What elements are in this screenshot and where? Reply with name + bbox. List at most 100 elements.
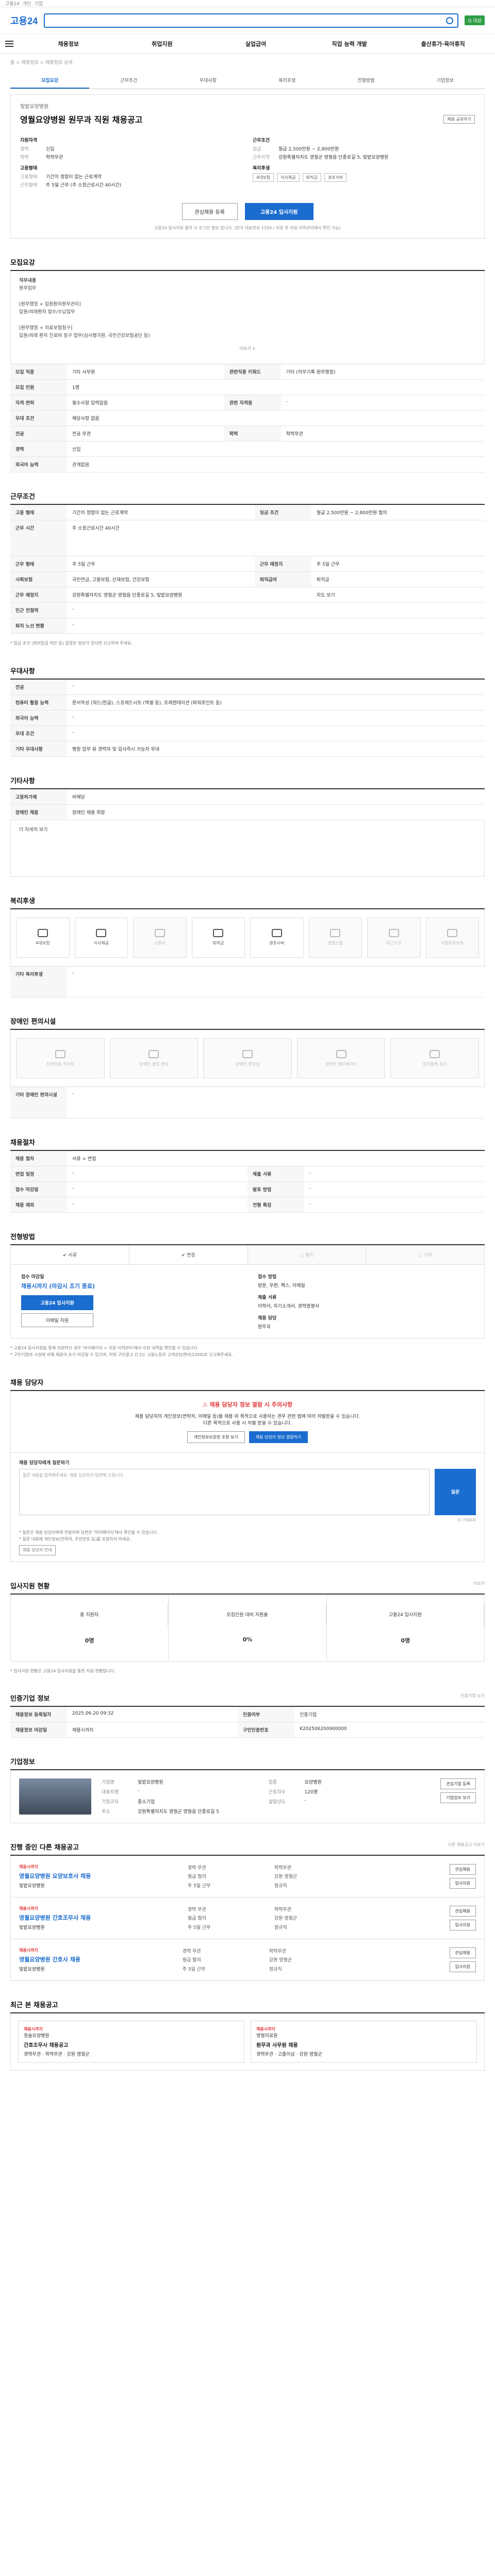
- cell-key: 접수 마감일: [10, 1181, 67, 1197]
- recent-card[interactable]: 채용시까지 영월의료원 원무과 사무원 채용 경력무관 · 고졸이상 · 강원 …: [251, 2021, 477, 2063]
- section-title-text: 최근 본 채용공고: [10, 2002, 58, 2010]
- tab-company[interactable]: 기업정보: [406, 73, 485, 89]
- cell-key: 우대 조건: [10, 725, 67, 741]
- benefit-icon: [271, 929, 282, 938]
- welfare-chip: 퇴직금: [302, 173, 321, 182]
- note-line: * 질문 내용에 개인정보(연락처, 주민번호 등)를 포함하지 마세요.: [19, 1537, 131, 1542]
- meta-item: 학력무관: [269, 1949, 286, 1955]
- job-card-title[interactable]: 영월요양병원 간호조무사 채용: [19, 1913, 91, 1922]
- view-contact-button[interactable]: 채용 담당자 정보 열람하기: [249, 1431, 308, 1443]
- cell-key: 학력: [224, 426, 281, 442]
- similar-job-card[interactable]: 채용시까지 영월요양병원 간호조무사 채용 빛밭요양병원 경력 무관 학력무관 월급 협의…: [10, 1897, 485, 1940]
- accessibility-icon: [55, 1049, 65, 1058]
- cell-value: -: [67, 725, 485, 741]
- cell-key: 기타 복리후생: [10, 966, 67, 998]
- recent-card[interactable]: 채용시까지 청솔요양병원 간호조무사 채용공고 경력무관 · 학력무관 · 강원…: [18, 2021, 244, 2063]
- company-info-button[interactable]: 기업정보 보기: [440, 1792, 476, 1804]
- notice-link[interactable]: 채용 담당자 안내: [19, 1545, 56, 1555]
- table-row: 모집 인원 1명: [10, 379, 485, 395]
- nav-item-leave[interactable]: 출산휴가·육아휴직: [396, 40, 490, 48]
- nav-item-jobs[interactable]: 채용정보: [22, 40, 116, 48]
- job-apply-button[interactable]: 입사지원: [449, 1878, 476, 1889]
- job-interest-button[interactable]: 관심채용: [449, 1864, 476, 1875]
- ai-badge[interactable]: Q 대상: [465, 15, 485, 25]
- apply-button-2[interactable]: 고용24 입사지원: [21, 1295, 93, 1310]
- job-title-row: 영월요양병원 원무과 직원 채용공고 채용 공유하기: [20, 113, 475, 125]
- deadline-tag: 채용시까지: [19, 1948, 38, 1953]
- summary-left: 지원자격 경력 신입 학력 학력무관 고용형태 고용형태 기간의 정함이 없는 근로계…: [20, 132, 242, 190]
- company-buttons: 관심기업 등록 기업정보 보기: [440, 1778, 476, 1815]
- company-box: 기업명 빛밭요양병원 업종 요양병원 대표자명 - 근로자수 120명 기업규모 중소기업 설립…: [10, 1770, 485, 1824]
- job-apply-button[interactable]: 입사지원: [449, 1920, 476, 1931]
- job-interest-button[interactable]: 관심채용: [449, 1947, 476, 1959]
- cell-key: 퇴직급여: [254, 571, 311, 587]
- card-meta: 경력무관 · 고졸이상 · 강원 영월군: [256, 2052, 322, 2058]
- job-card-company: 빛밭요양병원: [19, 1884, 45, 1889]
- meta-item: 월급 협의: [182, 1958, 201, 1963]
- interest-company-button[interactable]: 관심기업 등록: [440, 1778, 476, 1790]
- cell-value: 서류 > 면접: [67, 1150, 485, 1166]
- tab-method[interactable]: 전형방법: [326, 73, 405, 89]
- cell-key: 관련직종 키워드: [224, 364, 281, 380]
- job-interest-button[interactable]: 관심채용: [449, 1906, 476, 1917]
- search-input[interactable]: [44, 13, 459, 28]
- job-card-title[interactable]: 영월요양병원 요양보호사 채용: [19, 1872, 91, 1880]
- welfare-extra: 기타 복리후생 -: [10, 966, 485, 998]
- bottom-space: [10, 2071, 485, 2091]
- benefit-icon: [154, 929, 165, 938]
- welfare-item-label: 야근수당: [386, 941, 402, 946]
- welfare-chips: 4대보험 식사제공 퇴직금 경조사비: [253, 173, 475, 182]
- job-apply-button[interactable]: 입사지원: [449, 1961, 476, 1973]
- cell-key: 고용허가제: [10, 789, 67, 805]
- cell-value: 1명: [67, 379, 485, 395]
- main-nav: 채용정보 취업지원 실업급여 직업 능력 개발 출산휴가·육아휴직: [0, 34, 495, 54]
- contact-section: 채용 담당자 ⚠ 채용 담당자 정보 열람 시 주의사항 채용 담당자의 개인정…: [10, 1377, 485, 1562]
- more-link[interactable]: 더보기: [473, 1581, 485, 1590]
- cell-value: 전공 무관: [67, 426, 224, 442]
- more-link[interactable]: 다른 채용공고 더보기: [448, 1842, 485, 1852]
- share-button[interactable]: 채용 공유하기: [443, 114, 475, 124]
- map-button[interactable]: 지도 보기: [311, 587, 485, 603]
- more-link[interactable]: 인증기업 보기: [460, 1693, 485, 1703]
- similar-job-card[interactable]: 채용시까지 영월요양병원 요양보호사 채용 빛밭요양병원 경력 무관 학력무관 월급 협의…: [10, 1856, 485, 1898]
- top-link-0[interactable]: 고용24: [5, 0, 20, 7]
- logo[interactable]: 고용24: [10, 14, 38, 27]
- cell-value: -: [304, 1166, 485, 1182]
- nav-item-support[interactable]: 취업지원: [116, 40, 209, 48]
- question-submit-button[interactable]: 질문: [435, 1468, 476, 1515]
- top-link-1[interactable]: 개인: [23, 0, 31, 7]
- email-apply-button[interactable]: 이메일 지원: [21, 1313, 93, 1327]
- cell-value: 120명: [304, 1790, 318, 1795]
- more-button[interactable]: 더보기 ∨: [19, 340, 476, 358]
- card-title[interactable]: 간호조무사 채용공고: [24, 2041, 239, 2048]
- detail-toggle[interactable]: 더 자세히 보기: [19, 826, 476, 834]
- search-icon[interactable]: [446, 16, 454, 24]
- similar-job-card[interactable]: 채용시까지 영월요양병원 간호사 채용 빛밭요양병원 경력 무관 학력무관 월급 협의 강원…: [10, 1939, 485, 1981]
- tab-welfare[interactable]: 복리후생: [248, 73, 326, 89]
- alert-buttons: 개인정보보호법 조항 보기 채용 담당자 정보 열람하기: [21, 1431, 474, 1443]
- nav-item-training[interactable]: 직업 능력 개발: [303, 40, 397, 48]
- tab-recruit[interactable]: 모집요강: [10, 73, 90, 89]
- card-title[interactable]: 원무과 사무원 채용: [256, 2041, 471, 2048]
- interest-button[interactable]: 관심채용 등록: [182, 203, 238, 220]
- tab-prefer[interactable]: 우대사항: [169, 73, 248, 89]
- top-link-2[interactable]: 기업: [35, 0, 43, 7]
- table-row: 근무 형태 주 5일 근무 근무 예정지 주 5일 근무: [10, 556, 485, 572]
- section-title: 전형방법: [10, 1231, 485, 1245]
- welfare-item-label: 4대보험: [36, 941, 50, 946]
- menu-icon[interactable]: [5, 40, 13, 47]
- company-name[interactable]: 빛밭요양병원: [20, 102, 475, 110]
- table-row: 전공 전공 무관 학력 학력무관: [10, 426, 485, 442]
- tab-conditions[interactable]: 근무조건: [89, 73, 168, 89]
- alert-text: 채용 담당자의 개인정보(연락처, 이메일 등)를 채용 외 목적으로 사용하는…: [135, 1414, 360, 1419]
- law-button[interactable]: 개인정보보호법 조항 보기: [187, 1431, 245, 1443]
- job-card-title[interactable]: 영월요양병원 간호사 채용: [19, 1955, 80, 1963]
- apply-notes: * 고용24 입사지원을 통해 지원하신 경우 '마이페이지 > 지원 이력관리…: [10, 1345, 485, 1359]
- cell-value: -: [304, 1798, 306, 1804]
- row-key: 근무형태: [20, 183, 38, 188]
- cell-key: 채용 절차: [10, 1150, 67, 1166]
- section-title-text: 기업정보: [10, 1758, 35, 1767]
- nav-item-benefits[interactable]: 실업급여: [209, 40, 303, 48]
- question-input[interactable]: 질문 내용을 입력해주세요. 채용 담당자가 답변해 드립니다.: [19, 1468, 430, 1515]
- apply-button[interactable]: 고용24 입사지원: [244, 203, 314, 220]
